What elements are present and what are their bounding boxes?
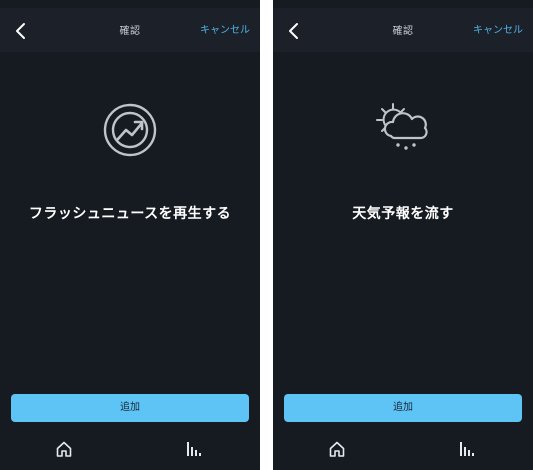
- screenshot-stage: 確認 キャンセル フラッシュニュースを再生する 追加 確認 キャンセル 天気予報…: [0, 0, 533, 470]
- skill-action-title: 天気予報を流す: [352, 206, 454, 222]
- skill-action-title: フラッシュニュースを再生する: [28, 206, 232, 222]
- tab-home[interactable]: [328, 440, 346, 458]
- tab-activity[interactable]: [459, 441, 475, 457]
- bottom-tab-bar: [0, 430, 260, 470]
- phone-screen-flash-news: 確認 キャンセル フラッシュニュースを再生する 追加: [0, 0, 260, 470]
- activity-icon: [187, 442, 201, 456]
- flash-briefing-icon: [101, 101, 159, 159]
- bottom-tab-bar: [273, 430, 533, 470]
- cancel-button[interactable]: キャンセル: [200, 21, 250, 36]
- home-icon: [329, 441, 345, 457]
- top-bar: 確認 キャンセル: [273, 8, 533, 52]
- add-button[interactable]: 追加: [284, 394, 522, 422]
- cancel-button[interactable]: キャンセル: [473, 21, 523, 36]
- tab-activity[interactable]: [186, 441, 202, 457]
- activity-icon: [460, 442, 474, 456]
- weather-icon: [374, 100, 432, 158]
- top-bar: 確認 キャンセル: [0, 8, 260, 52]
- add-button[interactable]: 追加: [11, 394, 249, 422]
- tab-home[interactable]: [55, 440, 73, 458]
- home-icon: [56, 441, 72, 457]
- phone-screen-weather: 確認 キャンセル 天気予報を流す 追加: [273, 0, 533, 470]
